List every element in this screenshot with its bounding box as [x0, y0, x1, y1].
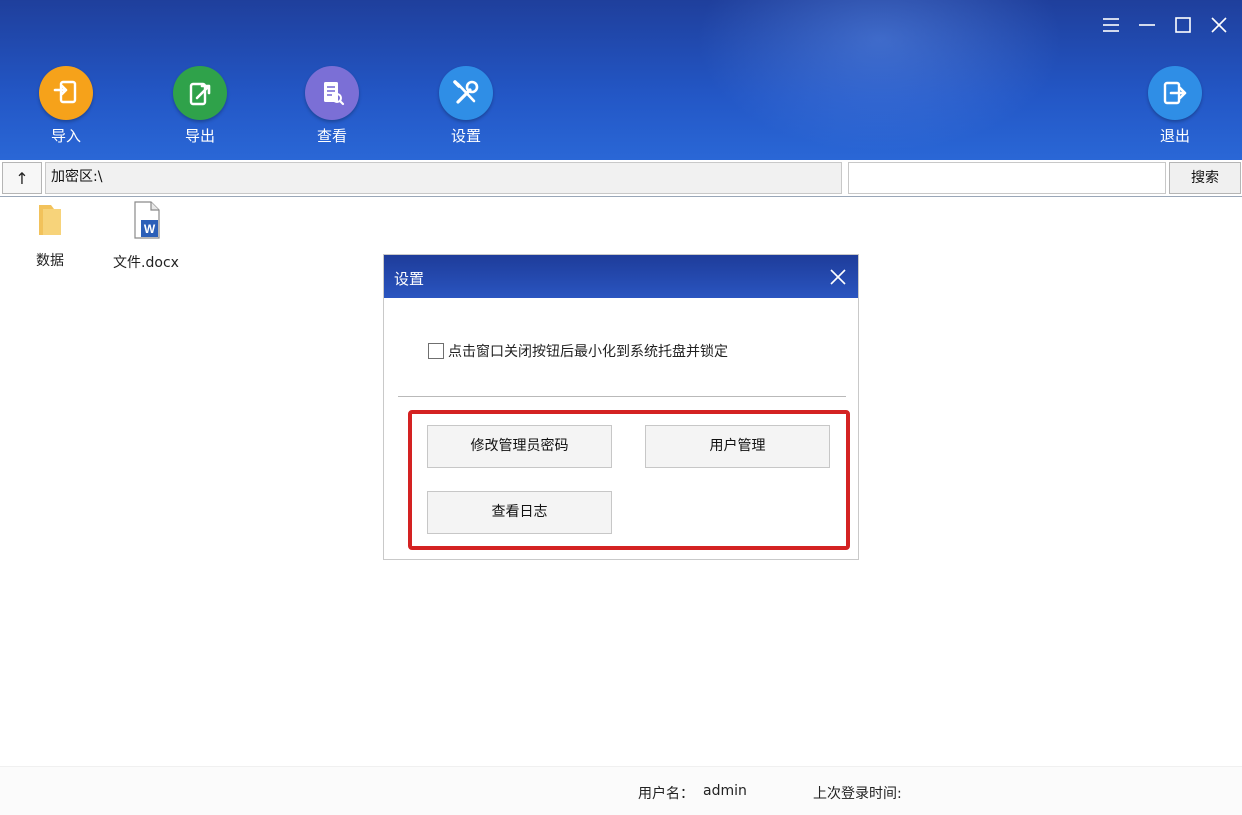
word-document-icon: W — [134, 201, 160, 239]
last-login-label: 上次登录时间: — [813, 786, 902, 802]
view-button[interactable]: 查看 — [292, 66, 372, 145]
close-icon[interactable] — [828, 267, 848, 287]
export-button[interactable]: 导出 — [160, 66, 240, 145]
minimize-to-tray-checkbox[interactable] — [428, 343, 444, 359]
logout-label: 退出 — [1159, 127, 1190, 145]
settings-label: 设置 — [450, 127, 481, 145]
file-name: 数据 — [36, 253, 64, 269]
search-button[interactable]: 搜索 — [1169, 162, 1241, 194]
file-name: 文件.docx — [113, 255, 179, 271]
settings-button[interactable]: 设置 — [426, 66, 506, 145]
status-bar: 用户名： admin 上次登录时间: — [0, 766, 1242, 815]
username-label: 用户名： — [638, 786, 694, 802]
up-directory-button[interactable]: ↑ — [2, 162, 42, 194]
settings-dialog: 设置 点击窗口关闭按钮后最小化到系统托盘并锁定 修改管理员密码 用户管理 查看日… — [383, 254, 859, 560]
maximize-icon[interactable] — [1168, 12, 1198, 38]
import-icon — [39, 66, 93, 120]
export-icon — [173, 66, 227, 120]
dialog-titlebar: 设置 — [384, 255, 858, 298]
app-header: 导入 导出 查看 设置 退出 — [0, 0, 1242, 160]
document-view-icon — [305, 66, 359, 120]
folder-icon — [39, 205, 61, 235]
username-value: admin — [703, 783, 747, 799]
minimize-to-tray-option[interactable]: 点击窗口关闭按钮后最小化到系统托盘并锁定 — [428, 341, 728, 361]
dialog-title: 设置 — [394, 270, 425, 288]
file-item-docx[interactable]: W 文件.docx — [106, 200, 186, 272]
path-bar: ↑ 加密区:\ 搜索 — [0, 160, 1242, 197]
file-item-folder[interactable]: 数据 — [26, 202, 74, 270]
menu-icon[interactable] — [1096, 12, 1126, 38]
user-management-button[interactable]: 用户管理 — [645, 425, 830, 468]
logout-button[interactable]: 退出 — [1135, 66, 1215, 145]
svg-text:W: W — [144, 222, 156, 236]
wrench-screwdriver-icon — [439, 66, 493, 120]
logout-icon — [1148, 66, 1202, 120]
path-field[interactable]: 加密区:\ — [45, 162, 842, 194]
export-label: 导出 — [184, 127, 215, 145]
close-icon[interactable] — [1204, 12, 1234, 38]
import-button[interactable]: 导入 — [26, 66, 106, 145]
divider — [398, 396, 846, 397]
search-input[interactable] — [848, 162, 1166, 194]
checkbox-label: 点击窗口关闭按钮后最小化到系统托盘并锁定 — [448, 344, 728, 360]
view-log-button[interactable]: 查看日志 — [427, 491, 612, 534]
import-label: 导入 — [50, 127, 81, 145]
window-controls — [1096, 12, 1234, 38]
view-label: 查看 — [316, 127, 347, 145]
change-admin-password-button[interactable]: 修改管理员密码 — [427, 425, 612, 468]
minimize-icon[interactable] — [1132, 12, 1162, 38]
